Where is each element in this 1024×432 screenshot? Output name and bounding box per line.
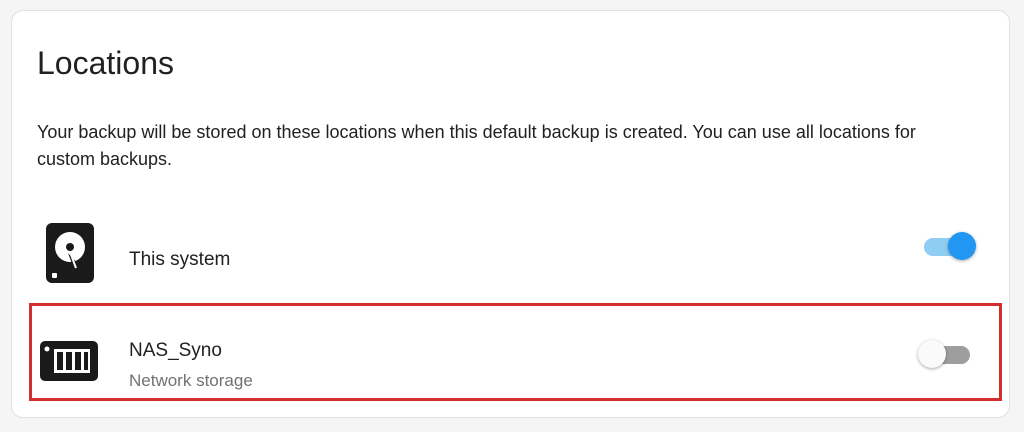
card-title: Locations — [37, 45, 174, 81]
toggle-knob — [948, 232, 976, 260]
this-system-toggle[interactable] — [920, 232, 976, 260]
location-row-this-system[interactable]: This system — [12, 215, 1011, 295]
harddisk-icon — [46, 223, 94, 288]
nas-icon — [40, 341, 98, 386]
location-row-nas-syno[interactable]: NAS_Syno Network storage — [12, 303, 1011, 401]
toggle-knob — [918, 340, 946, 368]
nas-syno-toggle[interactable] — [918, 340, 974, 368]
location-title: This system — [129, 249, 231, 270]
locations-card: Locations Your backup will be stored on … — [11, 10, 1010, 418]
card-description: Your backup will be stored on these loca… — [37, 122, 916, 169]
location-subtitle: Network storage — [129, 371, 253, 390]
location-title: NAS_Syno — [129, 340, 222, 361]
